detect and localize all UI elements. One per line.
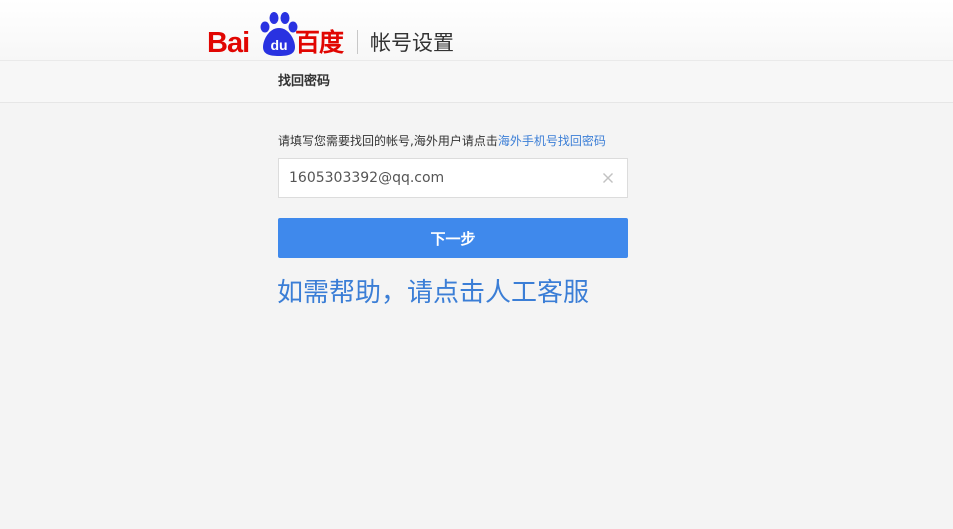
baidu-logo[interactable]: Bai du 百度 [207,10,347,59]
logo-text-latin: Bai [207,27,250,59]
subbar: 找回密码 [0,61,953,103]
close-icon[interactable] [599,169,617,187]
header-divider [357,30,358,54]
account-field [278,158,628,198]
instruction-text: 请填写您需要找回的帐号,海外用户请点击 [278,134,498,148]
next-button[interactable]: 下一步 [278,218,628,258]
page-title: 帐号设置 [370,31,454,55]
logo-paw-text: du [270,37,287,53]
instruction: 请填写您需要找回的帐号,海外用户请点击海外手机号找回密码 [278,133,606,149]
page-header: Bai du 百度 帐号设置 [0,0,953,61]
overseas-phone-link[interactable]: 海外手机号找回密码 [498,134,606,148]
customer-service-link[interactable]: 如需帮助，请点击人工客服 [277,275,589,311]
section-title: 找回密码 [278,74,331,89]
account-input[interactable] [279,159,589,197]
logo-text-cn: 百度 [295,28,344,57]
